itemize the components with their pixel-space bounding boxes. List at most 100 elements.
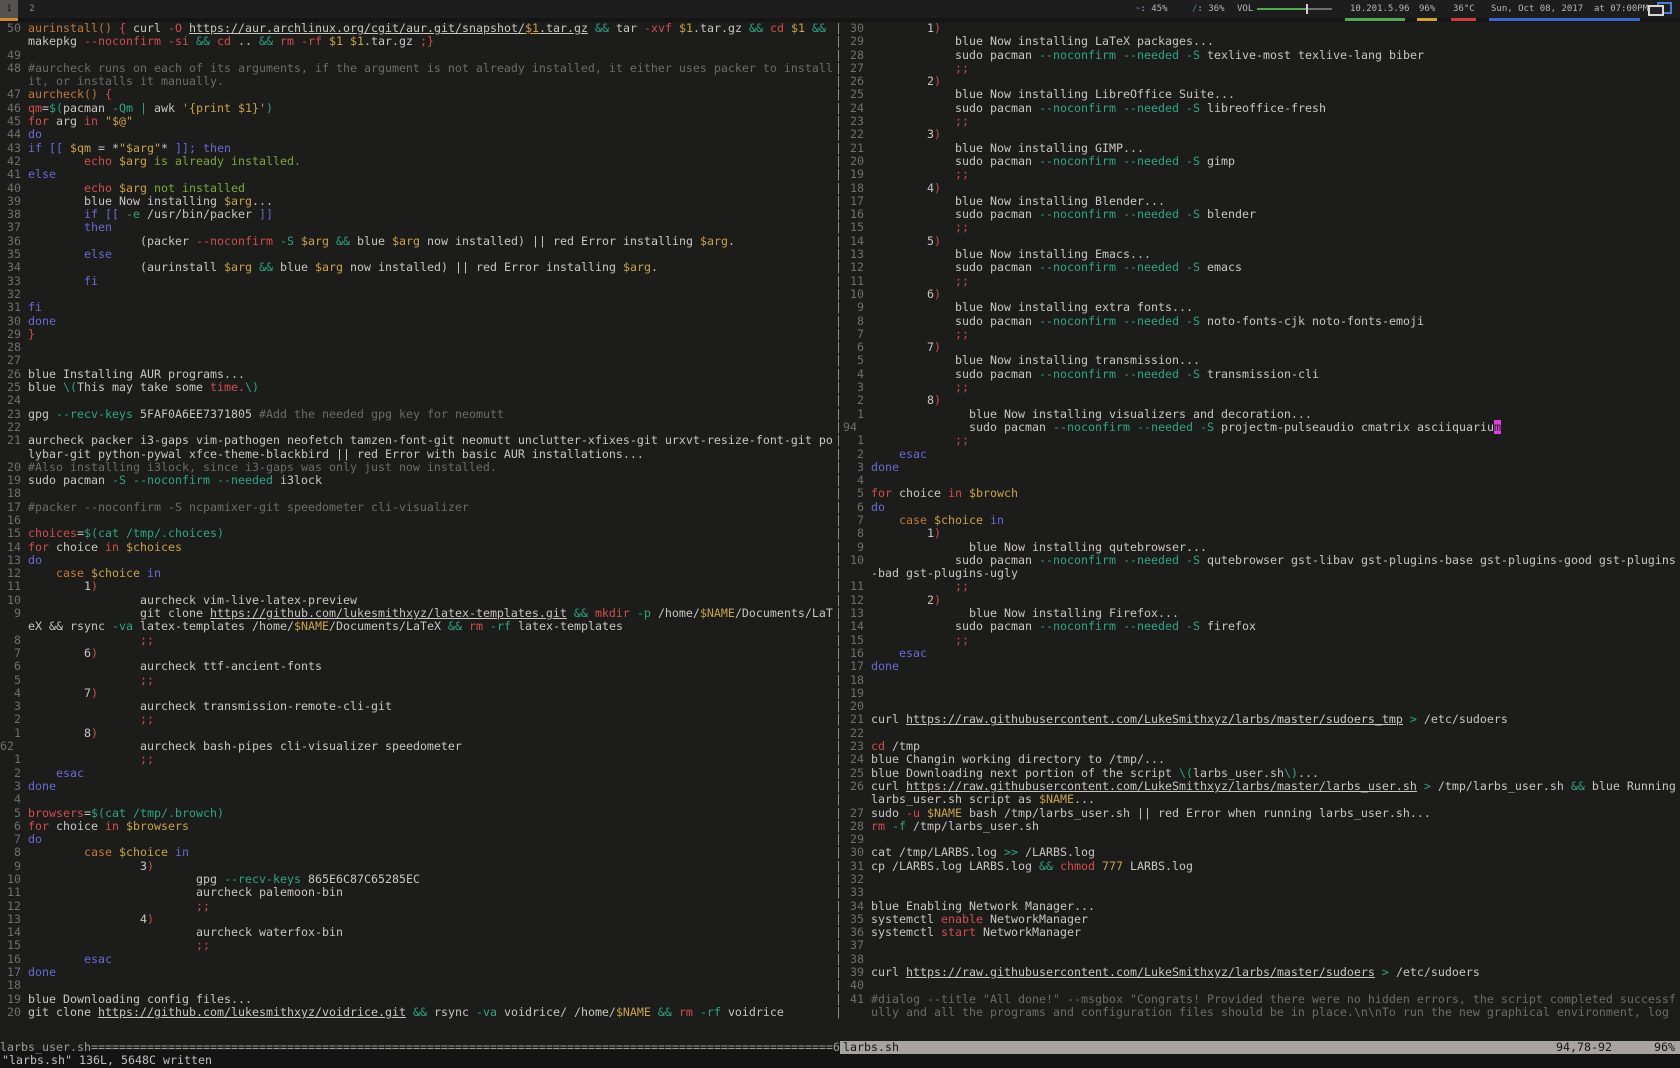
line-text: blue Downloading next portion of the scr… (871, 767, 1678, 780)
line-text (28, 487, 834, 500)
line-number: 12 (0, 900, 21, 913)
line-number: 38 (843, 953, 864, 966)
buffer-line: 18 (843, 674, 1680, 687)
line-text: blue Now installing GIMP... (871, 142, 1678, 155)
line-number: 17 (843, 660, 864, 673)
line-text: 6) (28, 647, 834, 660)
buffer-line: 14for choice in $choices (0, 541, 834, 554)
line-number: 25 (0, 381, 21, 394)
line-text: ;; (871, 328, 1678, 341)
buffer-line: 12 sudo pacman --noconfirm --needed -S e… (843, 261, 1680, 274)
line-number: 11 (843, 275, 864, 288)
buffer-line: 6 aurcheck ttf-ancient-fonts (0, 660, 834, 673)
line-text (871, 873, 1678, 886)
line-number: 24 (843, 753, 864, 766)
vim-window-larbs-user-sh[interactable]: 50aurinstall() { curl -O https://aur.arc… (0, 22, 834, 1019)
volume-slider[interactable] (1257, 8, 1332, 10)
systray-window-icon[interactable] (1646, 2, 1672, 16)
line-number: 16 (0, 953, 21, 966)
line-text: 8) (28, 727, 834, 740)
line-number: 10 (843, 288, 864, 301)
buffer-line: 11 aurcheck palemoon-bin (0, 886, 834, 899)
buffer-line: 6do (843, 501, 1680, 514)
buffer-line: 26curl https://raw.githubusercontent.com… (843, 780, 1680, 807)
buffer-line: 6 7) (843, 341, 1680, 354)
buffer-line: 24 (0, 394, 834, 407)
line-text (28, 288, 834, 301)
line-text (871, 474, 1678, 487)
line-number: 19 (0, 993, 21, 1006)
line-number: 7 (0, 833, 21, 846)
line-number: 29 (843, 35, 864, 48)
line-number: 11 (0, 886, 21, 899)
line-number: 22 (0, 421, 21, 434)
line-text: ;; (871, 275, 1678, 288)
buffer-line: 10 aurcheck vim-live-latex-preview (0, 594, 834, 607)
line-text (28, 421, 834, 434)
line-text: blue Enabling Network Manager... (871, 900, 1678, 913)
buffer-line: 5browsers=$(cat /tmp/.browch) (0, 807, 834, 820)
line-number: 6 (843, 341, 864, 354)
buffer-line: 22 (0, 421, 834, 434)
line-number: 35 (0, 248, 21, 261)
line-text: 2) (871, 594, 1678, 607)
line-text (28, 979, 834, 992)
workspace-tag-2[interactable]: 2 (18, 0, 46, 18)
vertical-split-separator[interactable]: | | | | | | | | | | | | | | | | | | | | … (834, 22, 843, 1019)
line-text: cp /LARBS.log LARBS.log && chmod 777 LAR… (871, 860, 1678, 873)
buffer-line: 19 ;; (843, 168, 1680, 181)
line-text (28, 341, 834, 354)
desktop: { "colors":{ "bar_bg":"#1d1d1d","editor_… (0, 0, 1680, 1050)
line-number: 15 (0, 527, 21, 540)
line-text: for choice in $browsers (28, 820, 834, 833)
line-text: if [[ -e /usr/bin/packer ]] (28, 208, 834, 221)
line-number: 4 (843, 474, 864, 487)
vim-window-larbs-sh[interactable]: 30 1)29 blue Now installing LaTeX packag… (843, 22, 1680, 1019)
line-text: sudo pacman --noconfirm --needed -S emac… (871, 261, 1678, 274)
buffer-line: 44do (0, 128, 834, 141)
line-number: 50 (0, 22, 21, 49)
line-text: then (28, 221, 834, 234)
buffer-line: 49 (0, 49, 834, 62)
line-text: 5) (871, 235, 1678, 248)
underline-clock (1489, 18, 1640, 21)
disk-root-usage: /: 36% (1192, 0, 1225, 18)
line-text: ;; (28, 713, 834, 726)
buffer-line: 24blue Changin working directory to /tmp… (843, 753, 1680, 766)
line-number: 41 (0, 168, 21, 181)
line-text: blue Now installing LibreOffice Suite... (871, 88, 1678, 101)
buffer-line: 7 case $choice in (843, 514, 1680, 527)
buffer-line: 23gpg --recv-keys 5FAF0A6EE7371805 #Add … (0, 408, 834, 421)
line-number: 13 (843, 248, 864, 261)
workspace-tag-1[interactable]: 1 (0, 0, 18, 18)
line-text: 6) (871, 288, 1678, 301)
line-number: 2 (0, 713, 21, 726)
line-text: do (871, 501, 1678, 514)
line-text: echo $arg is already installed. (28, 155, 834, 168)
line-number: 34 (0, 261, 21, 274)
buffer-line: 28rm -f /tmp/larbs_user.sh (843, 820, 1680, 833)
line-text (871, 700, 1678, 713)
buffer-line: 11 ;; (843, 580, 1680, 593)
line-text: for arg in "$@" (28, 115, 834, 128)
line-text: esac (871, 647, 1678, 660)
line-text: case $choice in (871, 514, 1678, 527)
buffer-line: 2 8) (843, 394, 1680, 407)
line-number: 40 (843, 979, 864, 992)
buffer-line: 23 ;; (843, 115, 1680, 128)
line-text: ;; (28, 634, 834, 647)
line-number: 30 (843, 22, 864, 35)
line-number: 5 (843, 354, 864, 367)
line-number: 29 (843, 833, 864, 846)
line-text: #Also installing i3lock, since i3-gaps w… (28, 461, 834, 474)
line-number: 14 (0, 926, 21, 939)
line-text: done (28, 966, 834, 979)
line-text: 7) (28, 687, 834, 700)
buffer-line: 11 ;; (843, 275, 1680, 288)
line-text: blue Now installing visualizers and deco… (871, 408, 1678, 421)
line-text: (aurinstall $arg && blue $arg now instal… (28, 261, 834, 274)
ip-address: 10.201.5.96 (1350, 0, 1410, 18)
line-number: 23 (843, 740, 864, 753)
line-number: 45 (0, 115, 21, 128)
buffer-line: 18 (0, 487, 834, 500)
